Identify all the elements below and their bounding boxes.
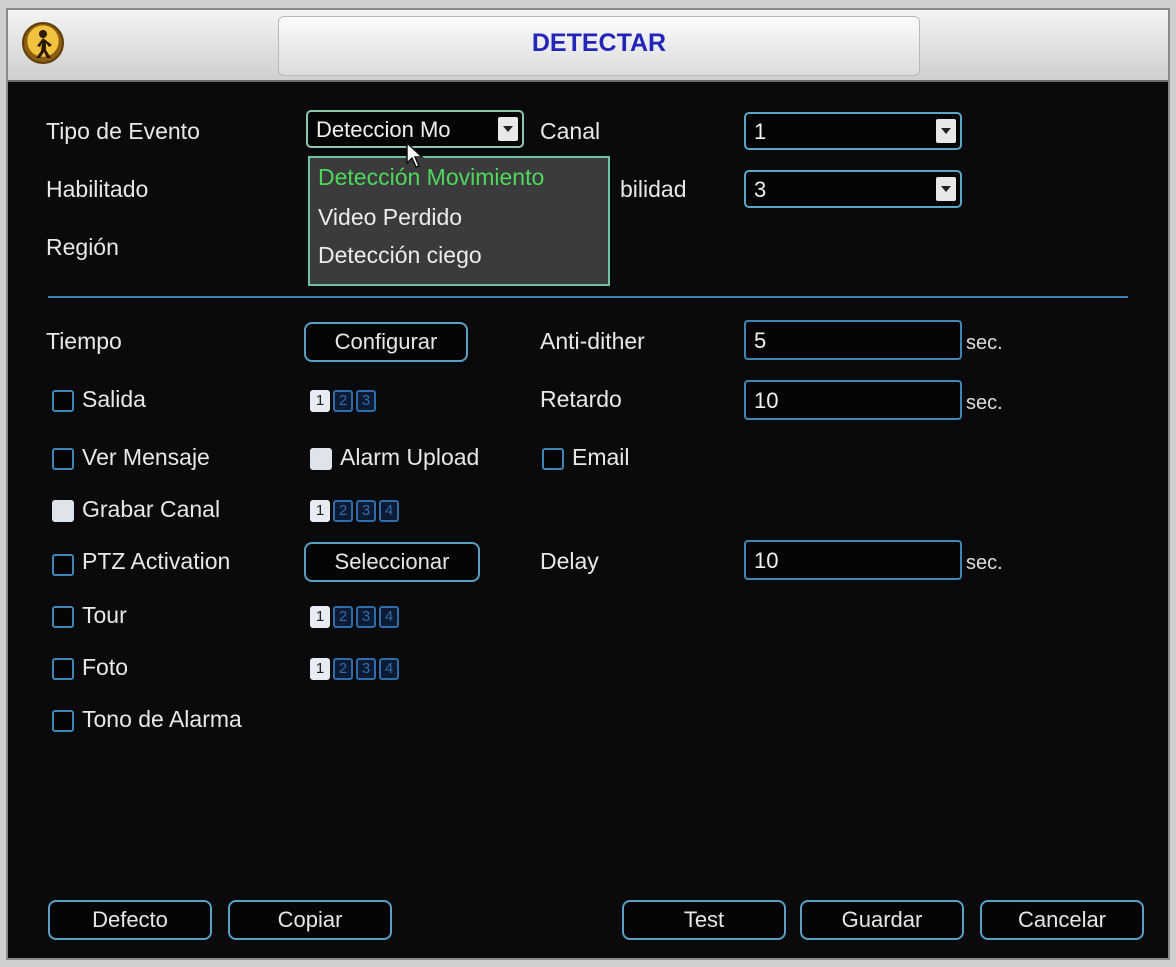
title-panel: DETECTAR [278,16,920,76]
retardo-value: 10 [754,388,779,413]
grabar-channel-1[interactable]: 1 [310,500,330,522]
foto-channel-2[interactable]: 2 [333,658,353,680]
foto-channel-4[interactable]: 4 [379,658,399,680]
canal-select[interactable]: 1 [744,112,962,150]
dropdown-option-deteccion-ciego[interactable]: Detección ciego [318,242,482,269]
foto-channel-3[interactable]: 3 [356,658,376,680]
tipo-evento-label: Tipo de Evento [46,118,200,144]
anti-dither-input[interactable]: 5 [744,320,962,360]
delay-value: 10 [754,548,779,573]
tono-alarma-checkbox[interactable] [52,710,74,732]
title-bar: DETECTAR [8,10,1168,82]
ptz-checkbox[interactable] [52,554,74,576]
retardo-label: Retardo [540,386,622,412]
salida-channel-3[interactable]: 3 [356,390,376,412]
foto-channel-1[interactable]: 1 [310,658,330,680]
sensibilidad-value: 3 [754,177,767,202]
salida-checkbox[interactable] [52,390,74,412]
foto-checkbox[interactable] [52,658,74,680]
copiar-button[interactable]: Copiar [228,900,392,940]
ver-mensaje-checkbox[interactable] [52,448,74,470]
chevron-down-icon[interactable] [936,177,956,201]
grabar-canal-checkbox[interactable] [52,500,74,522]
tour-label: Tour [82,602,127,628]
salida-channel-2[interactable]: 2 [333,390,353,412]
foto-label: Foto [82,654,129,680]
guardar-button[interactable]: Guardar [800,900,964,940]
tono-alarma-label: Tono de Alarma [82,706,242,732]
anti-dither-label: Anti-dither [540,328,645,354]
configurar-button[interactable]: Configurar [304,322,468,362]
salida-channel-1[interactable]: 1 [310,390,330,412]
seleccionar-button[interactable]: Seleccionar [304,542,480,582]
defecto-button[interactable]: Defecto [48,900,212,940]
grabar-channel-4[interactable]: 4 [379,500,399,522]
test-button[interactable]: Test [622,900,786,940]
chevron-down-icon[interactable] [498,117,518,141]
tour-channel-3[interactable]: 3 [356,606,376,628]
section-divider [48,296,1128,298]
grabar-canal-label: Grabar Canal [82,496,221,522]
dropdown-option-video-perdido[interactable]: Video Perdido [318,204,462,231]
canal-label: Canal [540,118,601,144]
detect-dialog: DETECTAR Tipo de Evento Deteccion Mo Can… [6,8,1170,960]
grabar-channel-3[interactable]: 3 [356,500,376,522]
logo-icon [22,22,64,64]
email-label: Email [572,444,630,470]
habilitado-label: Habilitado [46,176,149,202]
chevron-down-icon[interactable] [936,119,956,143]
ver-mensaje-label: Ver Mensaje [82,444,210,470]
delay-label: Delay [540,548,599,574]
tiempo-label: Tiempo [46,328,122,354]
tipo-evento-dropdown: Detección Movimiento Video Perdido Detec… [308,156,610,286]
sensibilidad-select[interactable]: 3 [744,170,962,208]
delay-unit: sec. [966,552,1003,574]
tipo-evento-value: Deteccion Mo [316,117,451,142]
region-label: Región [46,234,119,260]
alarm-upload-label: Alarm Upload [340,444,480,470]
retardo-input[interactable]: 10 [744,380,962,420]
salida-label: Salida [82,386,146,412]
anti-dither-unit: sec. [966,332,1003,354]
anti-dither-value: 5 [754,328,767,353]
email-checkbox[interactable] [542,448,564,470]
grabar-channel-2[interactable]: 2 [333,500,353,522]
cancelar-button[interactable]: Cancelar [980,900,1144,940]
tour-channel-1[interactable]: 1 [310,606,330,628]
delay-input[interactable]: 10 [744,540,962,580]
tour-channel-2[interactable]: 2 [333,606,353,628]
dropdown-option-deteccion-movimiento[interactable]: Detección Movimiento [318,164,544,191]
tour-channel-4[interactable]: 4 [379,606,399,628]
canal-value: 1 [754,119,767,144]
mouse-pointer-icon [406,141,424,173]
tour-checkbox[interactable] [52,606,74,628]
alarm-upload-checkbox[interactable] [310,448,332,470]
retardo-unit: sec. [966,392,1003,414]
ptz-label: PTZ Activation [82,548,231,574]
page-title: DETECTAR [531,29,667,57]
sensibilidad-label: bilidad [620,176,687,202]
